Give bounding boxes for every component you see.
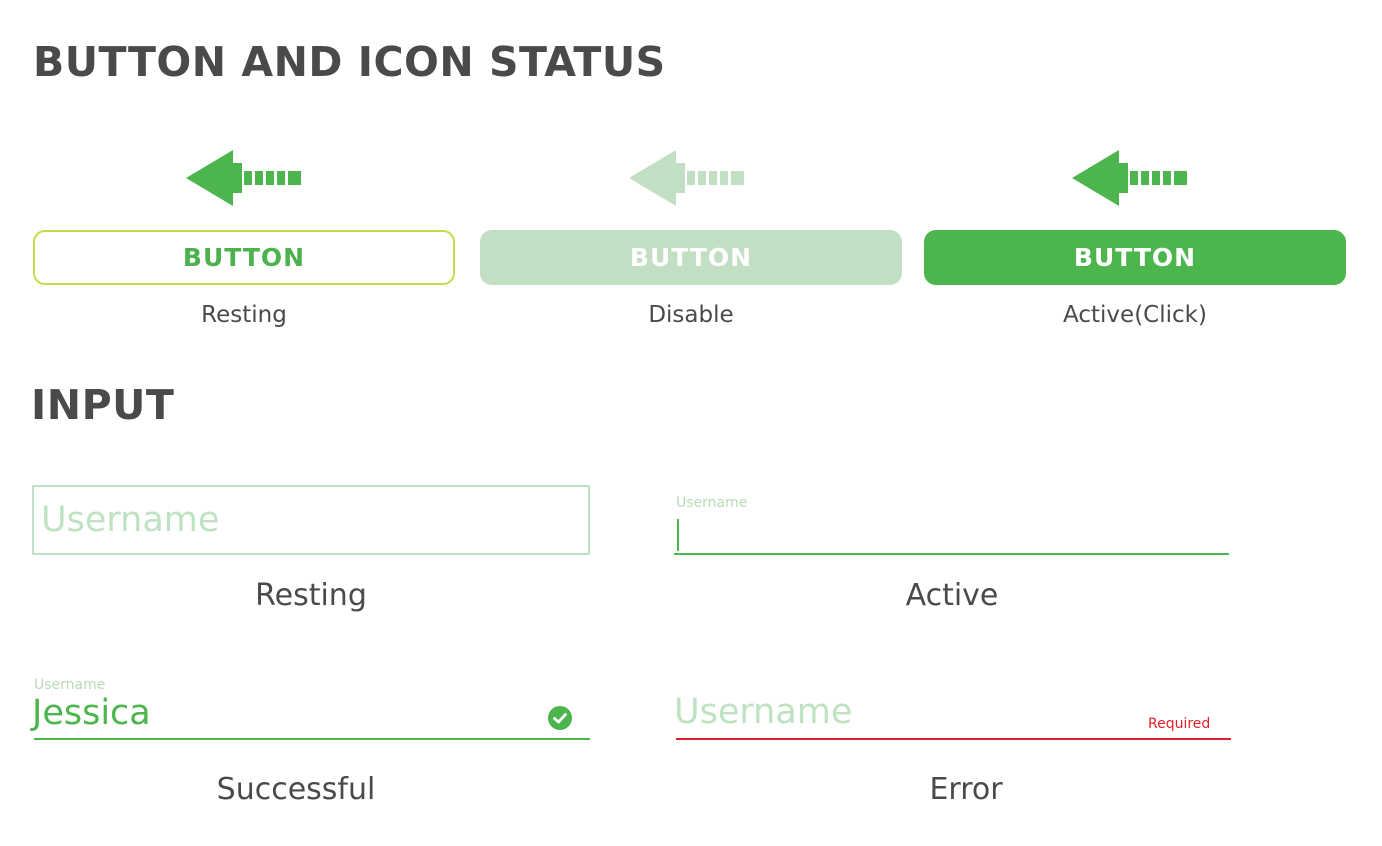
input-underline-success bbox=[34, 738, 590, 740]
arrow-left-icon-active[interactable] bbox=[1072, 150, 1190, 208]
button-active[interactable]: BUTTON bbox=[924, 230, 1346, 285]
caption-button-resting: Resting bbox=[201, 302, 287, 328]
username-input-resting[interactable]: Username bbox=[32, 485, 590, 555]
caption-button-active: Active(Click) bbox=[1063, 302, 1207, 328]
username-placeholder: Username bbox=[41, 500, 220, 540]
input-underline-error bbox=[676, 738, 1231, 740]
error-message-required: Required bbox=[1148, 716, 1211, 732]
text-caret bbox=[677, 519, 679, 551]
caption-button-disable: Disable bbox=[648, 302, 734, 328]
check-circle-icon bbox=[548, 706, 572, 730]
button-resting[interactable]: BUTTON bbox=[33, 230, 455, 285]
caption-input-successful: Successful bbox=[216, 772, 376, 807]
username-float-label: Username bbox=[34, 677, 106, 693]
arrow-left-icon-disabled bbox=[629, 150, 747, 208]
username-float-label: Username bbox=[676, 495, 748, 511]
section-title-button-status: BUTTON AND ICON STATUS bbox=[33, 38, 666, 86]
input-underline-active bbox=[674, 553, 1229, 555]
caption-input-error: Error bbox=[929, 772, 1003, 807]
username-input-successful[interactable]: Username Jessica bbox=[31, 676, 591, 744]
caption-input-resting: Resting bbox=[255, 578, 367, 613]
button-disabled: BUTTON bbox=[480, 230, 902, 285]
caption-input-active: Active bbox=[905, 578, 999, 613]
username-input-active[interactable]: Username bbox=[674, 494, 1230, 558]
username-placeholder: Username bbox=[674, 692, 853, 732]
section-title-input: INPUT bbox=[31, 381, 175, 429]
username-value: Jessica bbox=[32, 693, 151, 733]
arrow-left-icon[interactable] bbox=[186, 150, 304, 208]
username-input-error[interactable]: Username Required bbox=[674, 690, 1232, 744]
